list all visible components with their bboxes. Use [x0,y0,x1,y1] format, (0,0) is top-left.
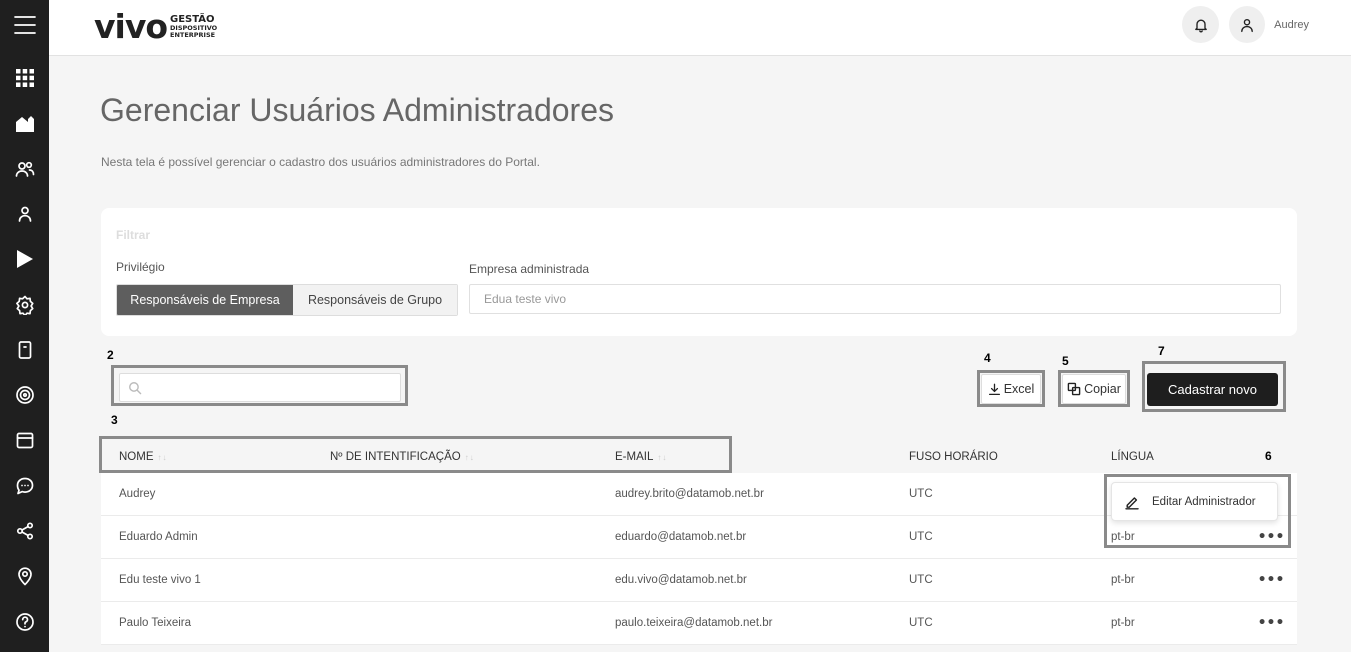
column-header-name-label: NOME [119,451,154,463]
settings-icon[interactable] [0,289,49,321]
more-options-icon[interactable]: ••• [1258,602,1285,644]
annotation-5: 5 [1062,354,1069,368]
sort-arrows-icon[interactable]: ↑↓ [657,453,667,462]
apps-icon[interactable] [0,62,49,94]
bell-icon [1194,19,1207,32]
excel-button[interactable]: Excel [981,374,1041,404]
logo-line-1: GESTÃO [170,13,215,25]
row-email: eduardo@datamob.net.br [615,531,747,543]
column-header-name[interactable]: NOME ↑↓ [119,451,168,463]
top-bar: vivo GESTÃO DISPOSITIVO ENTERPRISE Audre… [49,0,1351,56]
row-timezone: UTC [909,488,933,500]
page-title: Gerenciar Usuários Administradores [100,92,614,128]
row-email: paulo.teixeira@datamob.net.br [615,617,773,629]
privilege-label: Privilégio [116,260,165,274]
home-icon[interactable] [0,107,49,139]
logo-word: vivo [94,6,168,46]
row-timezone: UTC [909,531,933,543]
notifications-button[interactable] [1182,6,1219,43]
device-icon[interactable] [0,334,49,366]
copy-icon [1067,382,1081,396]
scrollbar[interactable] [1351,0,1366,652]
column-header-email-label: E-MAIL [615,451,654,463]
annotation-6: 6 [1265,449,1272,463]
calendar-icon[interactable] [0,424,49,456]
annotation-2: 2 [107,348,114,362]
highlight-box-6 [1104,474,1291,548]
row-timezone: UTC [909,617,933,629]
row-name: Edu teste vivo 1 [119,574,201,586]
table-row[interactable]: Edu teste vivo 1 edu.vivo@datamob.net.br… [101,559,1297,602]
logo-subtitle: GESTÃO DISPOSITIVO ENTERPRISE [170,14,217,39]
privilege-toggle: Responsáveis de Empresa Responsáveis de … [116,284,458,316]
privilege-option-group[interactable]: Responsáveis de Grupo [293,285,457,315]
help-icon[interactable] [0,606,49,638]
row-timezone: UTC [909,574,933,586]
download-icon [988,383,1000,395]
filter-title: Filtrar [116,228,151,242]
company-field[interactable]: Edua teste vivo [469,284,1281,314]
chat-icon[interactable] [0,470,49,502]
column-header-id-label: Nº DE INTENTIFICAÇÃO [330,451,461,463]
row-language: pt-br [1111,574,1135,586]
filter-panel: Filtrar Privilégio Responsáveis de Empre… [101,208,1297,336]
location-icon[interactable] [0,560,49,592]
users-icon[interactable] [0,153,49,185]
privilege-option-company[interactable]: Responsáveis de Empresa [117,285,293,315]
avatar [1229,6,1266,43]
sidebar [0,0,49,652]
search-icon [129,381,142,394]
sort-arrows-icon[interactable]: ↑↓ [465,453,475,462]
annotation-3: 3 [111,413,118,427]
column-header-language: LÍNGUA [1111,451,1154,463]
user-avatar-icon [1241,18,1253,32]
row-email: edu.vivo@datamob.net.br [615,574,747,586]
copy-button[interactable]: Copiar [1062,374,1126,404]
annotation-7: 7 [1158,344,1165,358]
target-icon[interactable] [0,379,49,411]
excel-label: Excel [1003,382,1035,396]
copy-label: Copiar [1084,382,1121,396]
user-icon[interactable] [0,198,49,230]
annotation-4: 4 [984,351,991,365]
row-name: Paulo Teixeira [119,617,192,629]
logo-line-3: ENTERPRISE [170,30,216,39]
column-header-timezone: FUSO HORÁRIO [909,451,998,463]
menu-icon[interactable] [0,8,49,42]
row-name: Eduardo Admin [119,531,198,543]
user-menu[interactable]: Audrey [1229,6,1309,43]
more-options-icon[interactable]: ••• [1258,559,1285,601]
share-icon[interactable] [0,515,49,547]
column-header-email[interactable]: E-MAIL ↑↓ [615,451,667,463]
company-label: Empresa administrada [469,262,590,276]
row-email: audrey.brito@datamob.net.br [615,488,764,500]
column-header-id[interactable]: Nº DE INTENTIFICAÇÃO ↑↓ [330,451,475,463]
vivo-logo[interactable]: vivo GESTÃO DISPOSITIVO ENTERPRISE [94,8,217,44]
page-description: Nesta tela é possível gerenciar o cadast… [101,155,540,169]
row-language: pt-br [1111,617,1135,629]
user-name: Audrey [1274,18,1309,31]
table-row[interactable]: Paulo Teixeira paulo.teixeira@datamob.ne… [101,602,1297,645]
search-input[interactable] [119,373,401,402]
add-new-button[interactable]: Cadastrar novo [1147,373,1278,406]
sort-arrows-icon[interactable]: ↑↓ [158,453,168,462]
row-name: Audrey [119,488,156,500]
play-icon[interactable] [0,243,49,275]
